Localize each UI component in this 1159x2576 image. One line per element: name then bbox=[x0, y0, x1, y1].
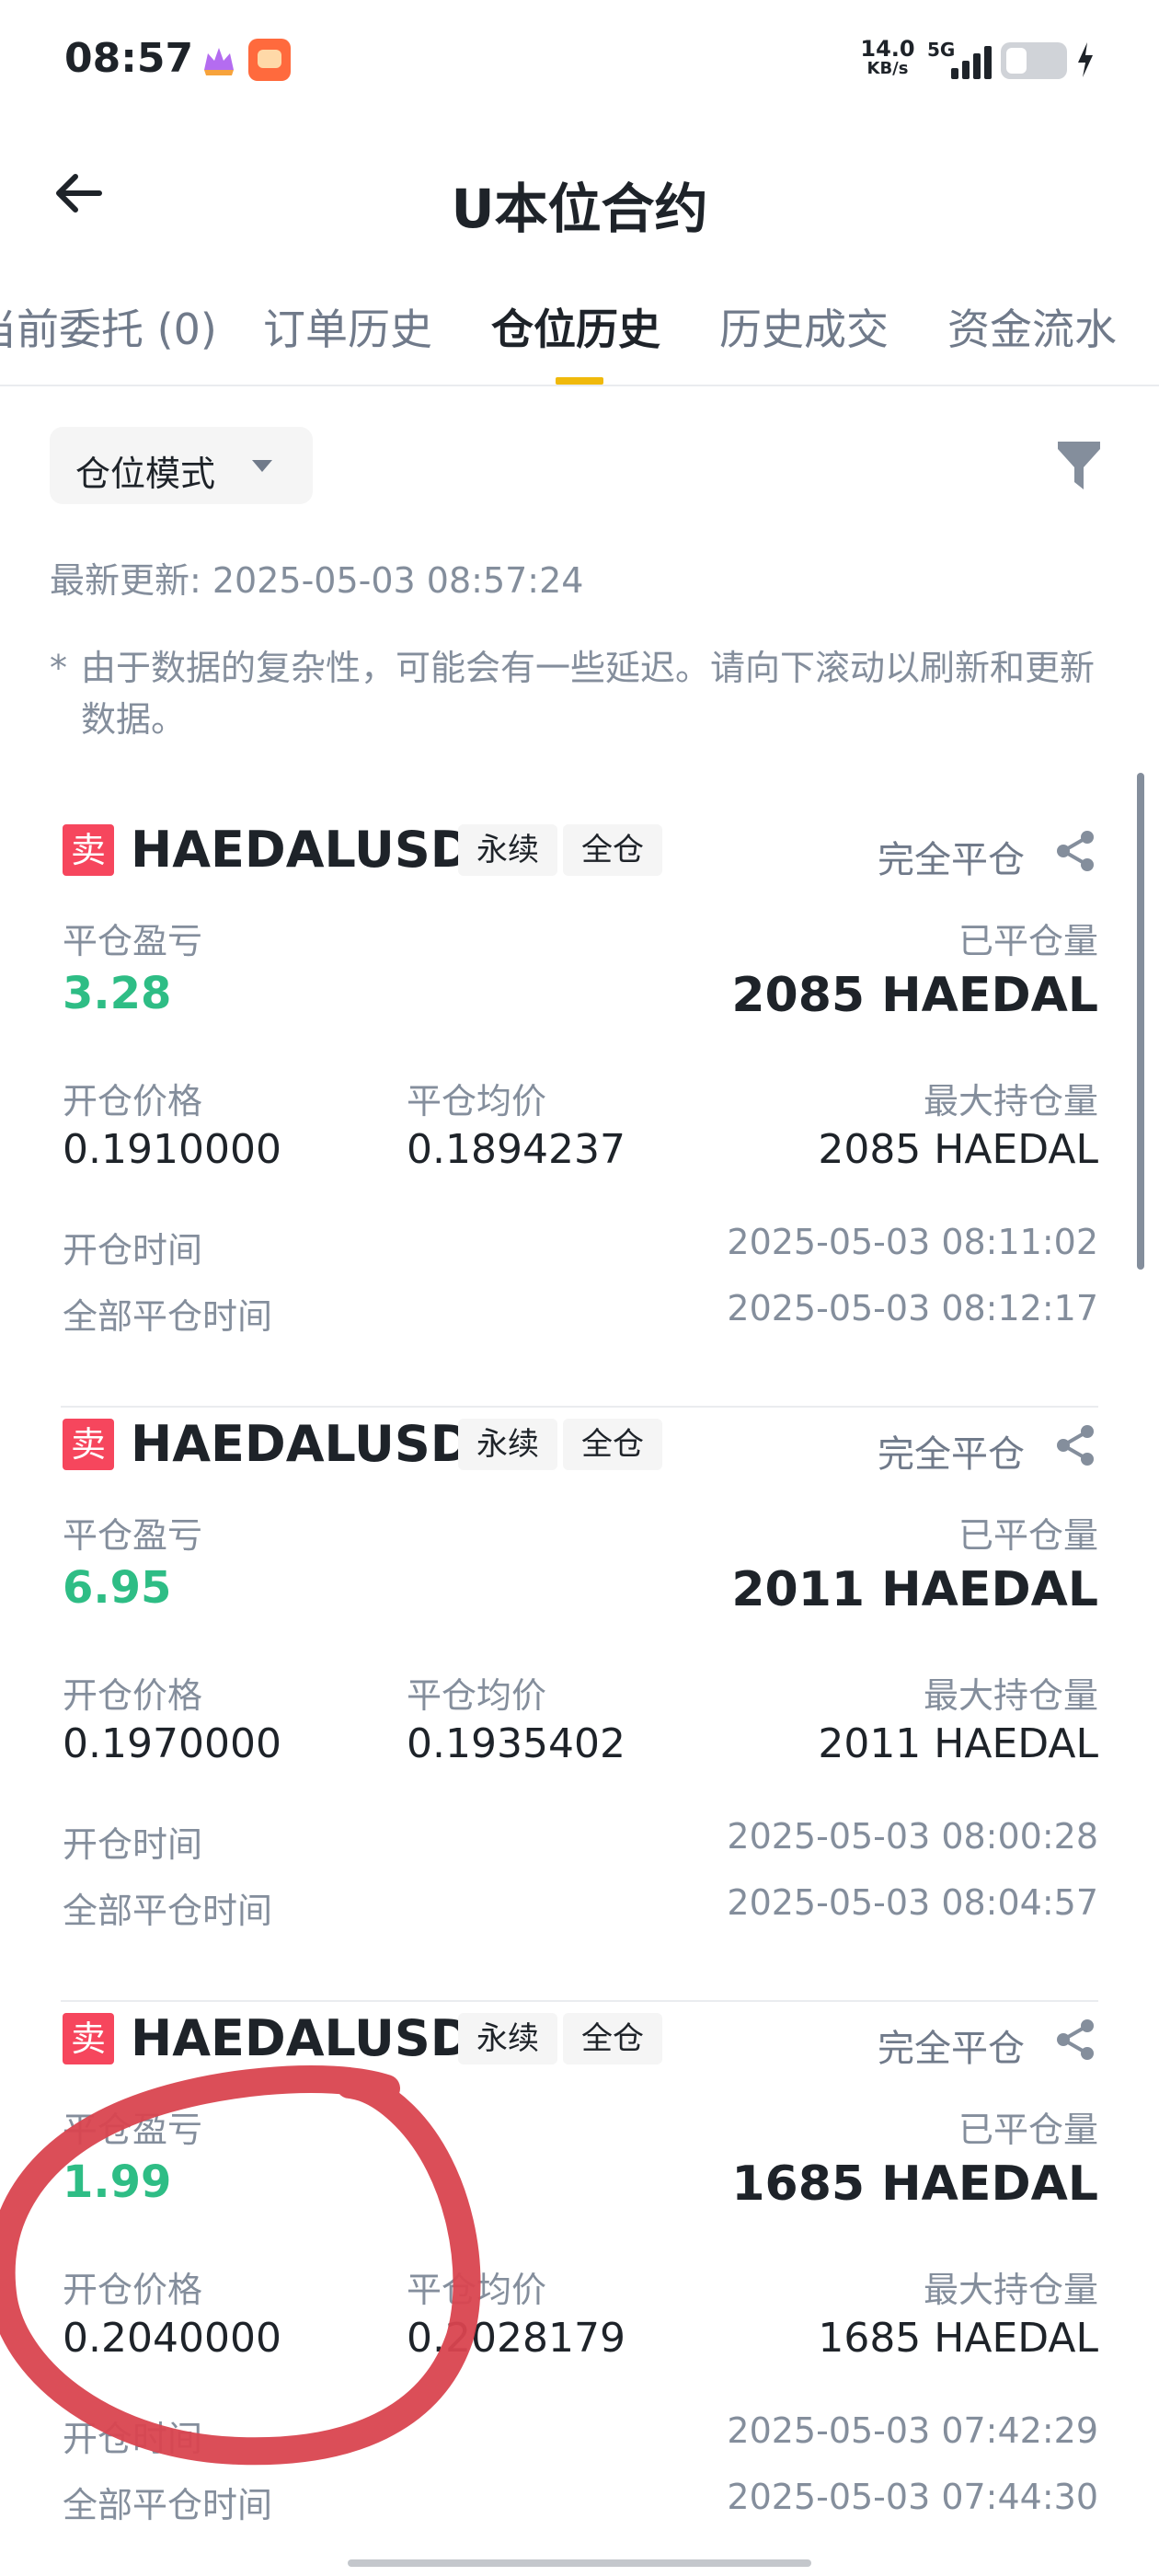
position-mode-dropdown[interactable]: 仓位模式 bbox=[50, 427, 313, 504]
tab-bar: 当前委托 (0) 订单历史 仓位历史 历史成交 资金流水 bbox=[0, 276, 1159, 386]
close-time-value: 2025-05-03 07:44:30 bbox=[727, 2477, 1098, 2517]
open-price-label: 开仓价格 bbox=[63, 1081, 203, 1121]
sell-badge: 卖 bbox=[63, 2013, 114, 2064]
max-qty-value: 2085 HAEDAL bbox=[818, 1126, 1098, 1173]
position-card: 卖 HAEDALUSDT 永续 全仓 完全平仓 平仓盈亏 已平仓量 1.99 1… bbox=[61, 2002, 1098, 2576]
battery-icon bbox=[1001, 42, 1067, 79]
pnl-label: 平仓盈亏 bbox=[63, 2110, 203, 2150]
pnl-value: 3.28 bbox=[63, 968, 172, 1019]
signal-icon bbox=[938, 40, 992, 79]
open-price-label: 开仓价格 bbox=[63, 1675, 203, 1716]
contract-type-tag: 永续 bbox=[458, 2013, 557, 2064]
closed-qty-value: 1685 HAEDAL bbox=[731, 2156, 1098, 2212]
sell-badge: 卖 bbox=[63, 824, 114, 876]
share-icon[interactable] bbox=[1052, 1422, 1098, 1468]
open-time-label: 开仓时间 bbox=[63, 2419, 203, 2459]
network-speed: 14.0 KB/s bbox=[860, 36, 915, 78]
close-avg-label: 平仓均价 bbox=[407, 1081, 547, 1121]
position-card: 卖 HAEDALUSDT 永续 全仓 完全平仓 平仓盈亏 已平仓量 6.95 2… bbox=[61, 1408, 1098, 2002]
symbol: HAEDALUSDT bbox=[131, 821, 506, 879]
close-time-label: 全部平仓时间 bbox=[63, 2485, 273, 2525]
closed-qty-value: 2085 HAEDAL bbox=[731, 968, 1098, 1023]
filter-icon[interactable] bbox=[1056, 438, 1102, 493]
data-delay-note: * 由于数据的复杂性，可能会有一些延迟。请向下滚动以刷新和更新数据。 bbox=[50, 648, 1096, 740]
open-time-value: 2025-05-03 07:42:29 bbox=[727, 2410, 1098, 2451]
margin-mode-tag: 全仓 bbox=[563, 2013, 662, 2064]
closed-qty-label: 已平仓量 bbox=[958, 1515, 1098, 1556]
max-qty-label: 最大持仓量 bbox=[923, 1675, 1098, 1716]
close-avg-value: 0.1935402 bbox=[407, 1720, 625, 1767]
close-time-label: 全部平仓时间 bbox=[63, 1296, 273, 1337]
symbol: HAEDALUSDT bbox=[131, 2009, 506, 2067]
charging-icon bbox=[1078, 42, 1093, 77]
closed-qty-value: 2011 HAEDAL bbox=[731, 1562, 1098, 1617]
contract-type-tag: 永续 bbox=[458, 824, 557, 876]
margin-mode-tag: 全仓 bbox=[563, 1419, 662, 1470]
scrollbar[interactable] bbox=[1137, 773, 1144, 1270]
close-status: 完全平仓 bbox=[878, 2028, 1025, 2070]
max-qty-label: 最大持仓量 bbox=[923, 2270, 1098, 2310]
close-avg-label: 平仓均价 bbox=[407, 2270, 547, 2310]
share-icon[interactable] bbox=[1052, 828, 1098, 874]
open-price-value: 0.2040000 bbox=[63, 2315, 281, 2362]
close-time-label: 全部平仓时间 bbox=[63, 1891, 273, 1931]
position-mode-label: 仓位模式 bbox=[75, 454, 216, 494]
close-time-value: 2025-05-03 08:12:17 bbox=[727, 1288, 1098, 1328]
open-price-value: 0.1970000 bbox=[63, 1720, 281, 1767]
close-avg-label: 平仓均价 bbox=[407, 1675, 547, 1716]
pnl-label: 平仓盈亏 bbox=[63, 921, 203, 961]
open-time-label: 开仓时间 bbox=[63, 1824, 203, 1865]
tab-transaction-history[interactable]: 资金流水 bbox=[947, 296, 1117, 357]
open-time-value: 2025-05-03 08:11:02 bbox=[727, 1222, 1098, 1262]
pnl-value: 6.95 bbox=[63, 1562, 172, 1614]
pnl-value: 1.99 bbox=[63, 2156, 172, 2208]
open-time-label: 开仓时间 bbox=[63, 1230, 203, 1271]
caret-down-icon bbox=[252, 460, 272, 472]
position-card: 卖 HAEDALUSDT 永续 全仓 完全平仓 平仓盈亏 已平仓量 3.28 2… bbox=[61, 813, 1098, 1408]
page-title: U本位合约 bbox=[451, 178, 708, 240]
open-price-label: 开仓价格 bbox=[63, 2270, 203, 2310]
tab-open-orders[interactable]: 当前委托 (0) bbox=[0, 296, 217, 357]
crown-app-icon bbox=[204, 48, 234, 75]
closed-qty-label: 已平仓量 bbox=[958, 2110, 1098, 2150]
close-time-value: 2025-05-03 08:04:57 bbox=[727, 1882, 1098, 1923]
status-bar: 08:57 14.0 KB/s 5G bbox=[0, 0, 1159, 120]
last-updated-text: 最新更新: 2025-05-03 08:57:24 bbox=[50, 560, 584, 601]
contract-type-tag: 永续 bbox=[458, 1419, 557, 1470]
share-icon[interactable] bbox=[1052, 2017, 1098, 2063]
tab-order-history[interactable]: 订单历史 bbox=[263, 296, 432, 357]
pnl-label: 平仓盈亏 bbox=[63, 1515, 203, 1556]
status-time: 08:57 bbox=[64, 35, 194, 82]
tab-active-indicator bbox=[556, 377, 603, 385]
close-avg-value: 0.2028179 bbox=[407, 2315, 625, 2362]
max-qty-value: 2011 HAEDAL bbox=[818, 1720, 1098, 1767]
sell-badge: 卖 bbox=[63, 1419, 114, 1470]
max-qty-value: 1685 HAEDAL bbox=[818, 2315, 1098, 2362]
closed-qty-label: 已平仓量 bbox=[958, 921, 1098, 961]
open-price-value: 0.1910000 bbox=[63, 1126, 281, 1173]
margin-mode-tag: 全仓 bbox=[563, 824, 662, 876]
home-indicator[interactable] bbox=[348, 2559, 811, 2567]
close-status: 完全平仓 bbox=[878, 1433, 1025, 1476]
open-time-value: 2025-05-03 08:00:28 bbox=[727, 1816, 1098, 1857]
symbol: HAEDALUSDT bbox=[131, 1415, 506, 1473]
tab-position-history[interactable]: 仓位历史 bbox=[491, 296, 660, 357]
close-status: 完全平仓 bbox=[878, 839, 1025, 881]
max-qty-label: 最大持仓量 bbox=[923, 1081, 1098, 1121]
close-avg-value: 0.1894237 bbox=[407, 1126, 625, 1173]
tab-trade-history[interactable]: 历史成交 bbox=[719, 296, 889, 357]
app-notification-icon bbox=[248, 39, 291, 81]
header: U本位合约 bbox=[0, 138, 1159, 248]
